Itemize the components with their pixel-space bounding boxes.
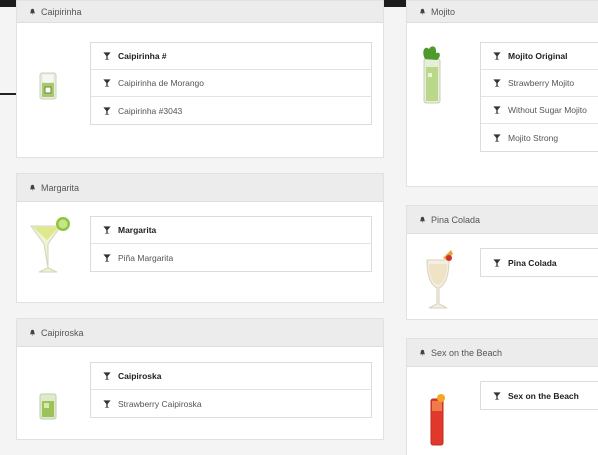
cocktail-glass-icon	[103, 253, 111, 262]
caipirinha-drink-image	[39, 72, 57, 100]
list-item[interactable]: Caipiroska	[91, 363, 371, 390]
panel-caipirinha: Caipirinha Caipirinha # Caipirinha de Mo…	[16, 0, 384, 158]
list-item[interactable]: Mojito Strong	[481, 124, 598, 151]
panel-title: Caipirinha	[41, 6, 82, 17]
list-item[interactable]: Margarita	[91, 217, 371, 244]
cocktail-glass-icon	[103, 372, 111, 380]
list-item[interactable]: Caipirinha de Morango	[91, 70, 371, 97]
cocktail-glass-icon	[493, 52, 501, 60]
mojito-drink-image	[423, 46, 441, 104]
drink-list: Caipirinha # Caipirinha de Morango Caipi…	[90, 42, 372, 125]
panel-header[interactable]: Pina Colada	[407, 206, 598, 234]
cocktail-glass-icon	[493, 133, 501, 142]
cocktail-glass-icon	[493, 258, 501, 267]
list-item[interactable]: Sex on the Beach	[481, 382, 598, 409]
panel-title: Caipiroska	[41, 327, 84, 338]
sex-on-the-beach-drink-image	[430, 394, 445, 446]
list-item[interactable]: Pina Colada	[481, 249, 598, 276]
bell-icon	[30, 8, 35, 15]
panel-header[interactable]: Caipiroska	[17, 319, 383, 347]
panel-title: Sex on the Beach	[431, 347, 503, 358]
margarita-drink-image	[30, 217, 70, 273]
list-item[interactable]: Caipirinha #	[91, 43, 371, 70]
drink-list: Margarita Piña Margarita	[90, 216, 372, 272]
drink-list: Pina Colada	[480, 248, 598, 277]
cocktail-glass-icon	[103, 79, 111, 87]
bell-icon	[30, 184, 35, 191]
pina-colada-drink-image	[426, 250, 453, 309]
list-item[interactable]: Caipirinha #3043	[91, 97, 371, 124]
cocktail-glass-icon	[103, 52, 111, 60]
list-item[interactable]: Strawberry Mojito	[481, 70, 598, 97]
bell-icon	[30, 329, 35, 336]
list-item[interactable]: Mojito Original	[481, 43, 598, 70]
drink-list: Mojito Original Strawberry Mojito Withou…	[480, 42, 598, 152]
cocktail-glass-icon	[493, 106, 501, 114]
panel-mojito: Mojito Mojito Original Strawberry Mojito…	[406, 0, 598, 187]
panel-margarita: Margarita Margarita Piña Margarita	[16, 173, 384, 303]
panel-sex-on-the-beach: Sex on the Beach Sex on the Beach	[406, 338, 598, 455]
panel-header[interactable]: Caipirinha	[17, 1, 383, 23]
list-item[interactable]: Strawberry Caipiroska	[91, 390, 371, 417]
panel-title: Mojito	[431, 6, 456, 17]
bell-icon	[420, 216, 425, 223]
panel-caipiroska: Caipiroska Caipiroska Strawberry Caipiro…	[16, 318, 384, 440]
panel-header[interactable]: Sex on the Beach	[407, 339, 598, 367]
cocktail-glass-icon	[103, 226, 111, 234]
panel-header[interactable]: Mojito	[407, 1, 598, 23]
bell-icon	[420, 8, 425, 15]
panel-title: Margarita	[41, 182, 80, 193]
list-item[interactable]: Without Sugar Mojito	[481, 97, 598, 124]
cocktail-glass-icon	[493, 391, 501, 400]
cocktail-glass-icon	[103, 106, 111, 115]
panel-pina-colada: Pina Colada Pina Colada	[406, 205, 598, 320]
drink-list: Caipiroska Strawberry Caipiroska	[90, 362, 372, 418]
bell-icon	[420, 349, 425, 356]
panel-title: Pina Colada	[431, 214, 481, 225]
panel-header[interactable]: Margarita	[17, 174, 383, 202]
drink-list: Sex on the Beach	[480, 381, 598, 410]
list-item[interactable]: Piña Margarita	[91, 244, 371, 271]
cocktail-glass-icon	[103, 399, 111, 408]
cocktail-glass-icon	[493, 79, 501, 87]
caipiroska-drink-image	[39, 393, 57, 420]
